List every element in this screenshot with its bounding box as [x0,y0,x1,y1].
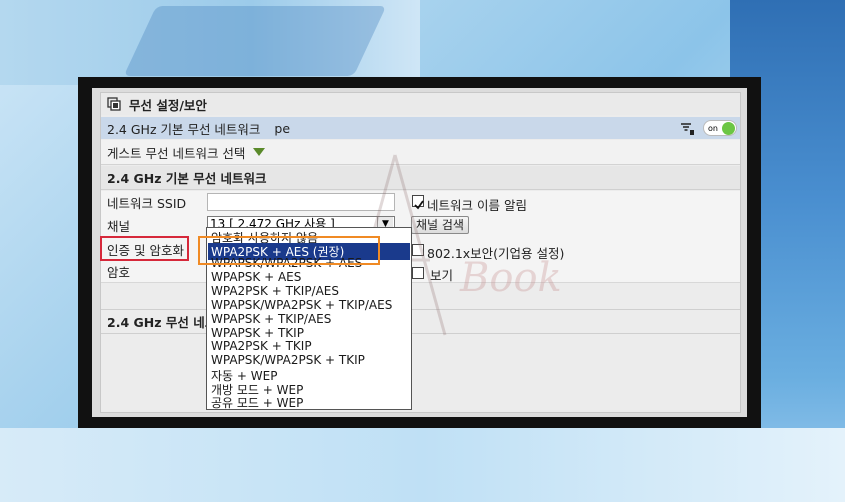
settings-window-icon [107,97,121,111]
band-ssid-name: pe [274,120,291,136]
dropdown-option[interactable]: 공유 모드 + WEP [211,394,303,411]
option-highlight-box [198,236,380,265]
section-title-text: 2.4 GHz 기본 무선 네트워크 [107,171,267,186]
window-title: 무선 설정/보안 [129,97,207,113]
lower-section-title-text: 2.4 GHz 무선 네트 [107,315,217,330]
background-shape [123,6,387,76]
auth-highlight-box [100,236,189,261]
dropdown-option[interactable]: WPAPSK/WPA2PSK + TKIP [211,353,365,367]
dropdown-option[interactable]: WPAPSK + AES [211,270,301,284]
wifi-toggle[interactable]: on [703,120,737,136]
dropdown-option[interactable]: WPAPSK + TKIP/AES [211,312,331,326]
ssid-label: 네트워크 SSID [107,196,187,211]
dropdown-option[interactable]: WPAPSK/WPA2PSK + TKIP/AES [211,298,392,312]
encryption-label: 암호 [107,265,131,280]
background-bottom [0,428,845,502]
channel-label: 채널 [107,219,131,234]
window-title-bar: 무선 설정/보안 [101,93,740,115]
chevron-down-icon[interactable] [253,148,266,156]
toggle-knob [722,122,735,135]
dropdown-option[interactable]: WPA2PSK + TKIP/AES [211,284,339,298]
filter-icon[interactable] [681,121,695,135]
watermark-text: Book [460,255,562,301]
toggle-label: on [708,123,718,133]
band-row[interactable]: 2.4 GHz 기본 무선 네트워크 pe [101,117,740,139]
band-label: 2.4 GHz 기본 무선 네트워크 [107,121,261,137]
dropdown-option[interactable]: WPAPSK + TKIP [211,326,304,340]
guest-network-label: 게스트 무선 네트워크 선택 [107,145,246,161]
dropdown-option[interactable]: WPA2PSK + TKIP [211,339,312,353]
